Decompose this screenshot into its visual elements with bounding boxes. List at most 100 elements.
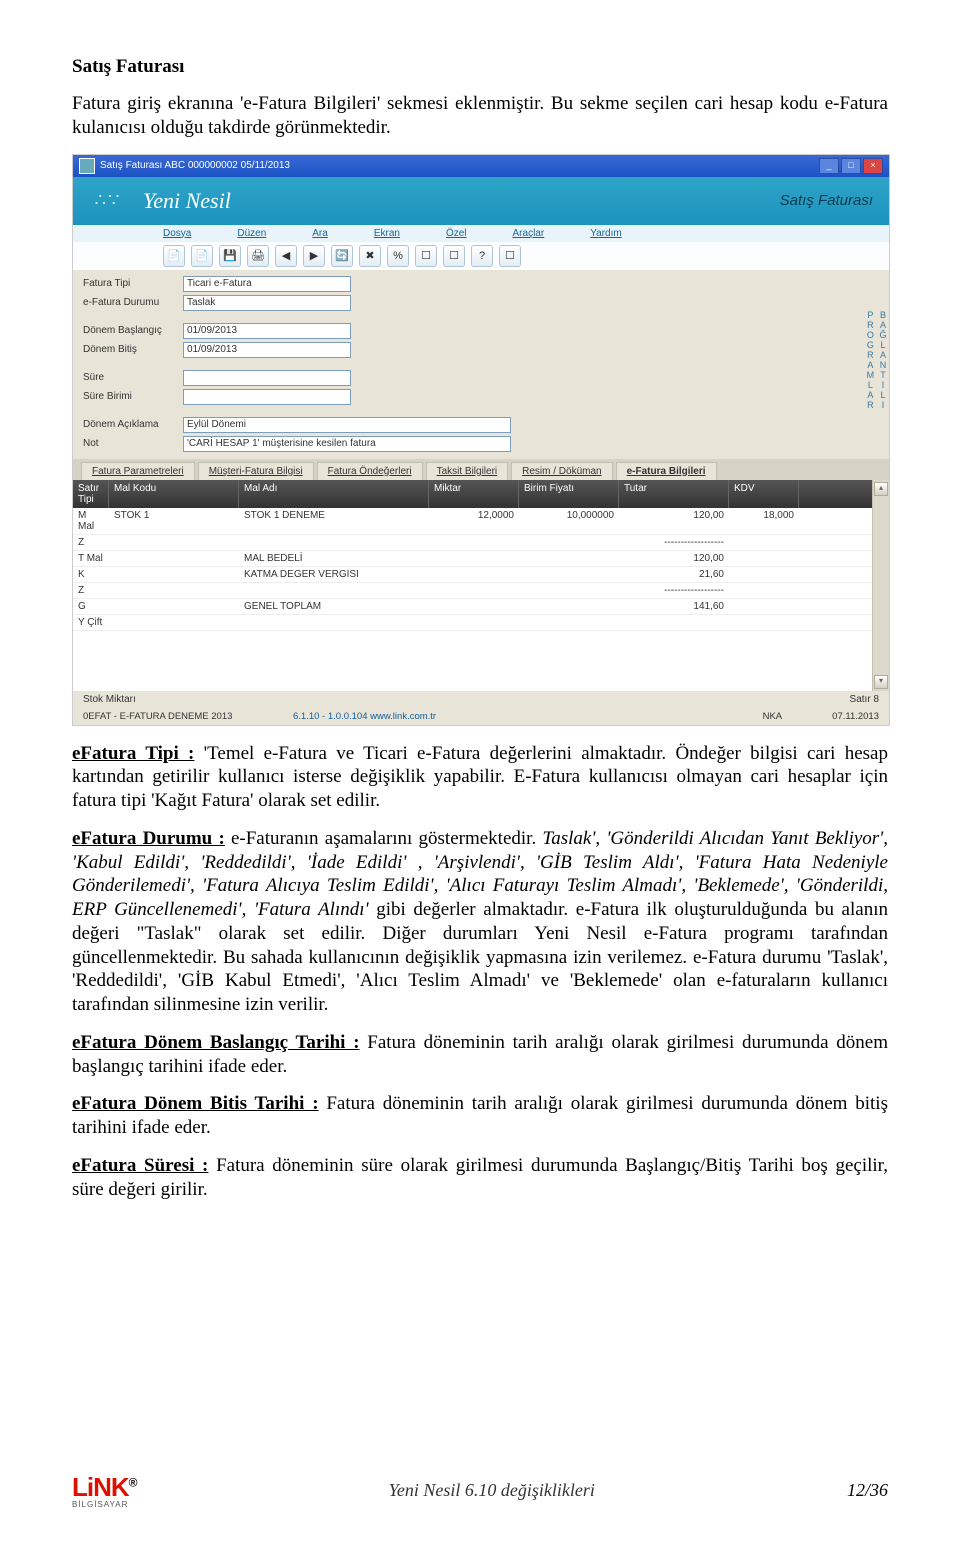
toolbar-button-11[interactable]: ? <box>471 245 493 267</box>
efatura-durumu-paragraph: eFatura Durumu : e-Faturanın aşamalarını… <box>72 827 888 1017</box>
form-label: Fatura Tipi <box>83 278 183 289</box>
scroll-up-button[interactable]: ▴ <box>874 482 888 496</box>
menu-ara[interactable]: Ara <box>312 228 328 239</box>
efatura-suresi-paragraph: eFatura Süresi : Fatura döneminin süre o… <box>72 1154 888 1202</box>
menubar: Dosya Düzen Ara Ekran Özel Araçlar Yardı… <box>73 225 889 242</box>
toolbar-button-1[interactable]: 📄 <box>191 245 213 267</box>
form-label: Not <box>83 438 183 449</box>
form-label: Dönem Açıklama <box>83 419 183 430</box>
tab-strip: Fatura Parametreleri Müşteri-Fatura Bilg… <box>73 459 889 480</box>
grid-body[interactable]: M MalSTOK 1STOK 1 DENEME12,000010,000000… <box>73 508 872 631</box>
menu-ozel[interactable]: Özel <box>446 228 467 239</box>
footer-doc-name: 0EFAT - E-FATURA DENEME 2013 <box>83 711 293 722</box>
app-banner: ∴∵ Yeni Nesil Satış Faturası <box>73 177 889 225</box>
form-input[interactable]: Eylül Dönemi <box>183 417 511 433</box>
toolbar-button-7[interactable]: ✖ <box>359 245 381 267</box>
form-row: Fatura TipiTicari e-Fatura <box>83 276 863 292</box>
status-stok-miktari: Stok Miktarı <box>83 694 136 705</box>
maximize-button[interactable]: □ <box>841 158 861 174</box>
form-label: Dönem Başlangıç <box>83 325 183 336</box>
col-birim-fiyati[interactable]: Birim Fiyatı <box>519 480 619 508</box>
col-mal-kodu[interactable]: Mal Kodu <box>109 480 239 508</box>
toolbar-button-6[interactable]: 🔄 <box>331 245 353 267</box>
table-row[interactable]: Z------------------ <box>73 535 872 551</box>
footer-user: NKA <box>763 711 783 722</box>
toolbar-button-0[interactable]: 📄 <box>163 245 185 267</box>
form-input[interactable] <box>183 370 351 386</box>
form-row: e-Fatura DurumuTaslak <box>83 295 863 311</box>
link-logo: LiNK® BİLGİSAYAR <box>72 1472 137 1509</box>
form-row: Not'CARİ HESAP 1' müşterisine kesilen fa… <box>83 436 863 452</box>
form-body: Fatura TipiTicari e-Faturae-Fatura Durum… <box>73 270 889 459</box>
form-row: Süre Birimi <box>83 389 863 405</box>
table-row[interactable]: KKATMA DEGER VERGISI21,60 <box>73 567 872 583</box>
form-label: Süre <box>83 372 183 383</box>
tab-fatura-parametreleri[interactable]: Fatura Parametreleri <box>81 462 195 480</box>
page-footer: LiNK® BİLGİSAYAR Yeni Nesil 6.10 değişik… <box>72 1472 888 1509</box>
col-miktar[interactable]: Miktar <box>429 480 519 508</box>
menu-dosya[interactable]: Dosya <box>163 228 191 239</box>
tab-resim-dokuman[interactable]: Resim / Döküman <box>511 462 612 480</box>
footer-page-number: 12/36 <box>847 1480 888 1501</box>
efatura-donem-bitis-paragraph: eFatura Dönem Bitis Tarihi : Fatura döne… <box>72 1092 888 1140</box>
window-title: Satış Faturası ABC 000000002 05/11/2013 <box>100 160 290 171</box>
form-label: e-Fatura Durumu <box>83 297 183 308</box>
table-row[interactable]: T MalMAL BEDELİ120,00 <box>73 551 872 567</box>
table-row[interactable]: GGENEL TOPLAM141,60 <box>73 599 872 615</box>
form-row: Dönem AçıklamaEylül Dönemi <box>83 417 863 433</box>
form-row <box>83 361 863 367</box>
form-input[interactable]: 01/09/2013 <box>183 323 351 339</box>
table-row[interactable]: Z------------------ <box>73 583 872 599</box>
tab-musteri-fatura-bilgisi[interactable]: Müşteri-Fatura Bilgisi <box>198 462 314 480</box>
section-heading: Satış Faturası <box>72 56 888 78</box>
form-label: Süre Birimi <box>83 391 183 402</box>
toolbar-button-8[interactable]: % <box>387 245 409 267</box>
tab-fatura-ondegerleri[interactable]: Fatura Öndeğerleri <box>317 462 423 480</box>
scroll-down-button[interactable]: ▾ <box>874 675 888 689</box>
footer-version-url: 6.1.10 - 1.0.0.104 www.link.com.tr <box>293 711 436 722</box>
form-row: Dönem Bitiş01/09/2013 <box>83 342 863 358</box>
form-label: Dönem Bitiş <box>83 344 183 355</box>
toolbar-button-4[interactable]: ◀ <box>275 245 297 267</box>
tab-taksit-bilgileri[interactable]: Taksit Bilgileri <box>426 462 509 480</box>
menu-yardim[interactable]: Yardım <box>590 228 622 239</box>
brand-logo: Yeni Nesil <box>143 188 231 214</box>
table-row[interactable]: M MalSTOK 1STOK 1 DENEME12,000010,000000… <box>73 508 872 535</box>
col-tutar[interactable]: Tutar <box>619 480 729 508</box>
efatura-tipi-paragraph: eFatura Tipi : 'Temel e-Fatura ve Ticari… <box>72 742 888 813</box>
toolbar-button-3[interactable]: 🖨 <box>247 245 269 267</box>
form-input[interactable]: 01/09/2013 <box>183 342 351 358</box>
col-kdv[interactable]: KDV <box>729 480 799 508</box>
grid-status-strip: Stok Miktarı Satır 8 <box>73 691 889 708</box>
form-row: Süre <box>83 370 863 386</box>
col-mal-adi[interactable]: Mal Adı <box>239 480 429 508</box>
col-satir-tipi[interactable]: Satır Tipi <box>73 480 109 508</box>
form-input[interactable]: Taslak <box>183 295 351 311</box>
table-row[interactable]: Y Çift <box>73 615 872 631</box>
form-input[interactable]: Ticari e-Fatura <box>183 276 351 292</box>
vertical-scrollbar[interactable]: ▴ ▾ <box>872 480 889 691</box>
footer-date: 07.11.2013 <box>832 711 879 722</box>
banner-page-title: Satış Faturası <box>780 192 873 209</box>
form-input[interactable]: 'CARİ HESAP 1' müşterisine kesilen fatur… <box>183 436 511 452</box>
tab-efatura-bilgileri[interactable]: e-Fatura Bilgileri <box>616 462 717 480</box>
menu-araclar[interactable]: Araçlar <box>513 228 545 239</box>
menu-ekran[interactable]: Ekran <box>374 228 400 239</box>
toolbar-button-5[interactable]: ▶ <box>303 245 325 267</box>
toolbar-button-12[interactable]: ☐ <box>499 245 521 267</box>
window-titlebar[interactable]: Satış Faturası ABC 000000002 05/11/2013 … <box>73 155 889 177</box>
menu-duzen[interactable]: Düzen <box>237 228 266 239</box>
grid-header: Satır Tipi Mal Kodu Mal Adı Miktar Birim… <box>73 480 872 508</box>
app-icon <box>79 158 95 174</box>
toolbar-button-10[interactable]: ☐ <box>443 245 465 267</box>
toolbar-button-2[interactable]: 💾 <box>219 245 241 267</box>
app-screenshot: Satış Faturası ABC 000000002 05/11/2013 … <box>72 154 890 726</box>
side-panel-text[interactable]: BAĞLANTILI PROGRAMLAR <box>873 270 889 459</box>
toolbar-button-9[interactable]: ☐ <box>415 245 437 267</box>
minimize-button[interactable]: _ <box>819 158 839 174</box>
form-panel: Fatura TipiTicari e-Faturae-Fatura Durum… <box>73 270 873 459</box>
term-donem-bitis: eFatura Dönem Bitis Tarihi : <box>72 1093 319 1114</box>
form-input[interactable] <box>183 389 351 405</box>
term-efatura-suresi: eFatura Süresi : <box>72 1155 208 1176</box>
close-button[interactable]: × <box>863 158 883 174</box>
